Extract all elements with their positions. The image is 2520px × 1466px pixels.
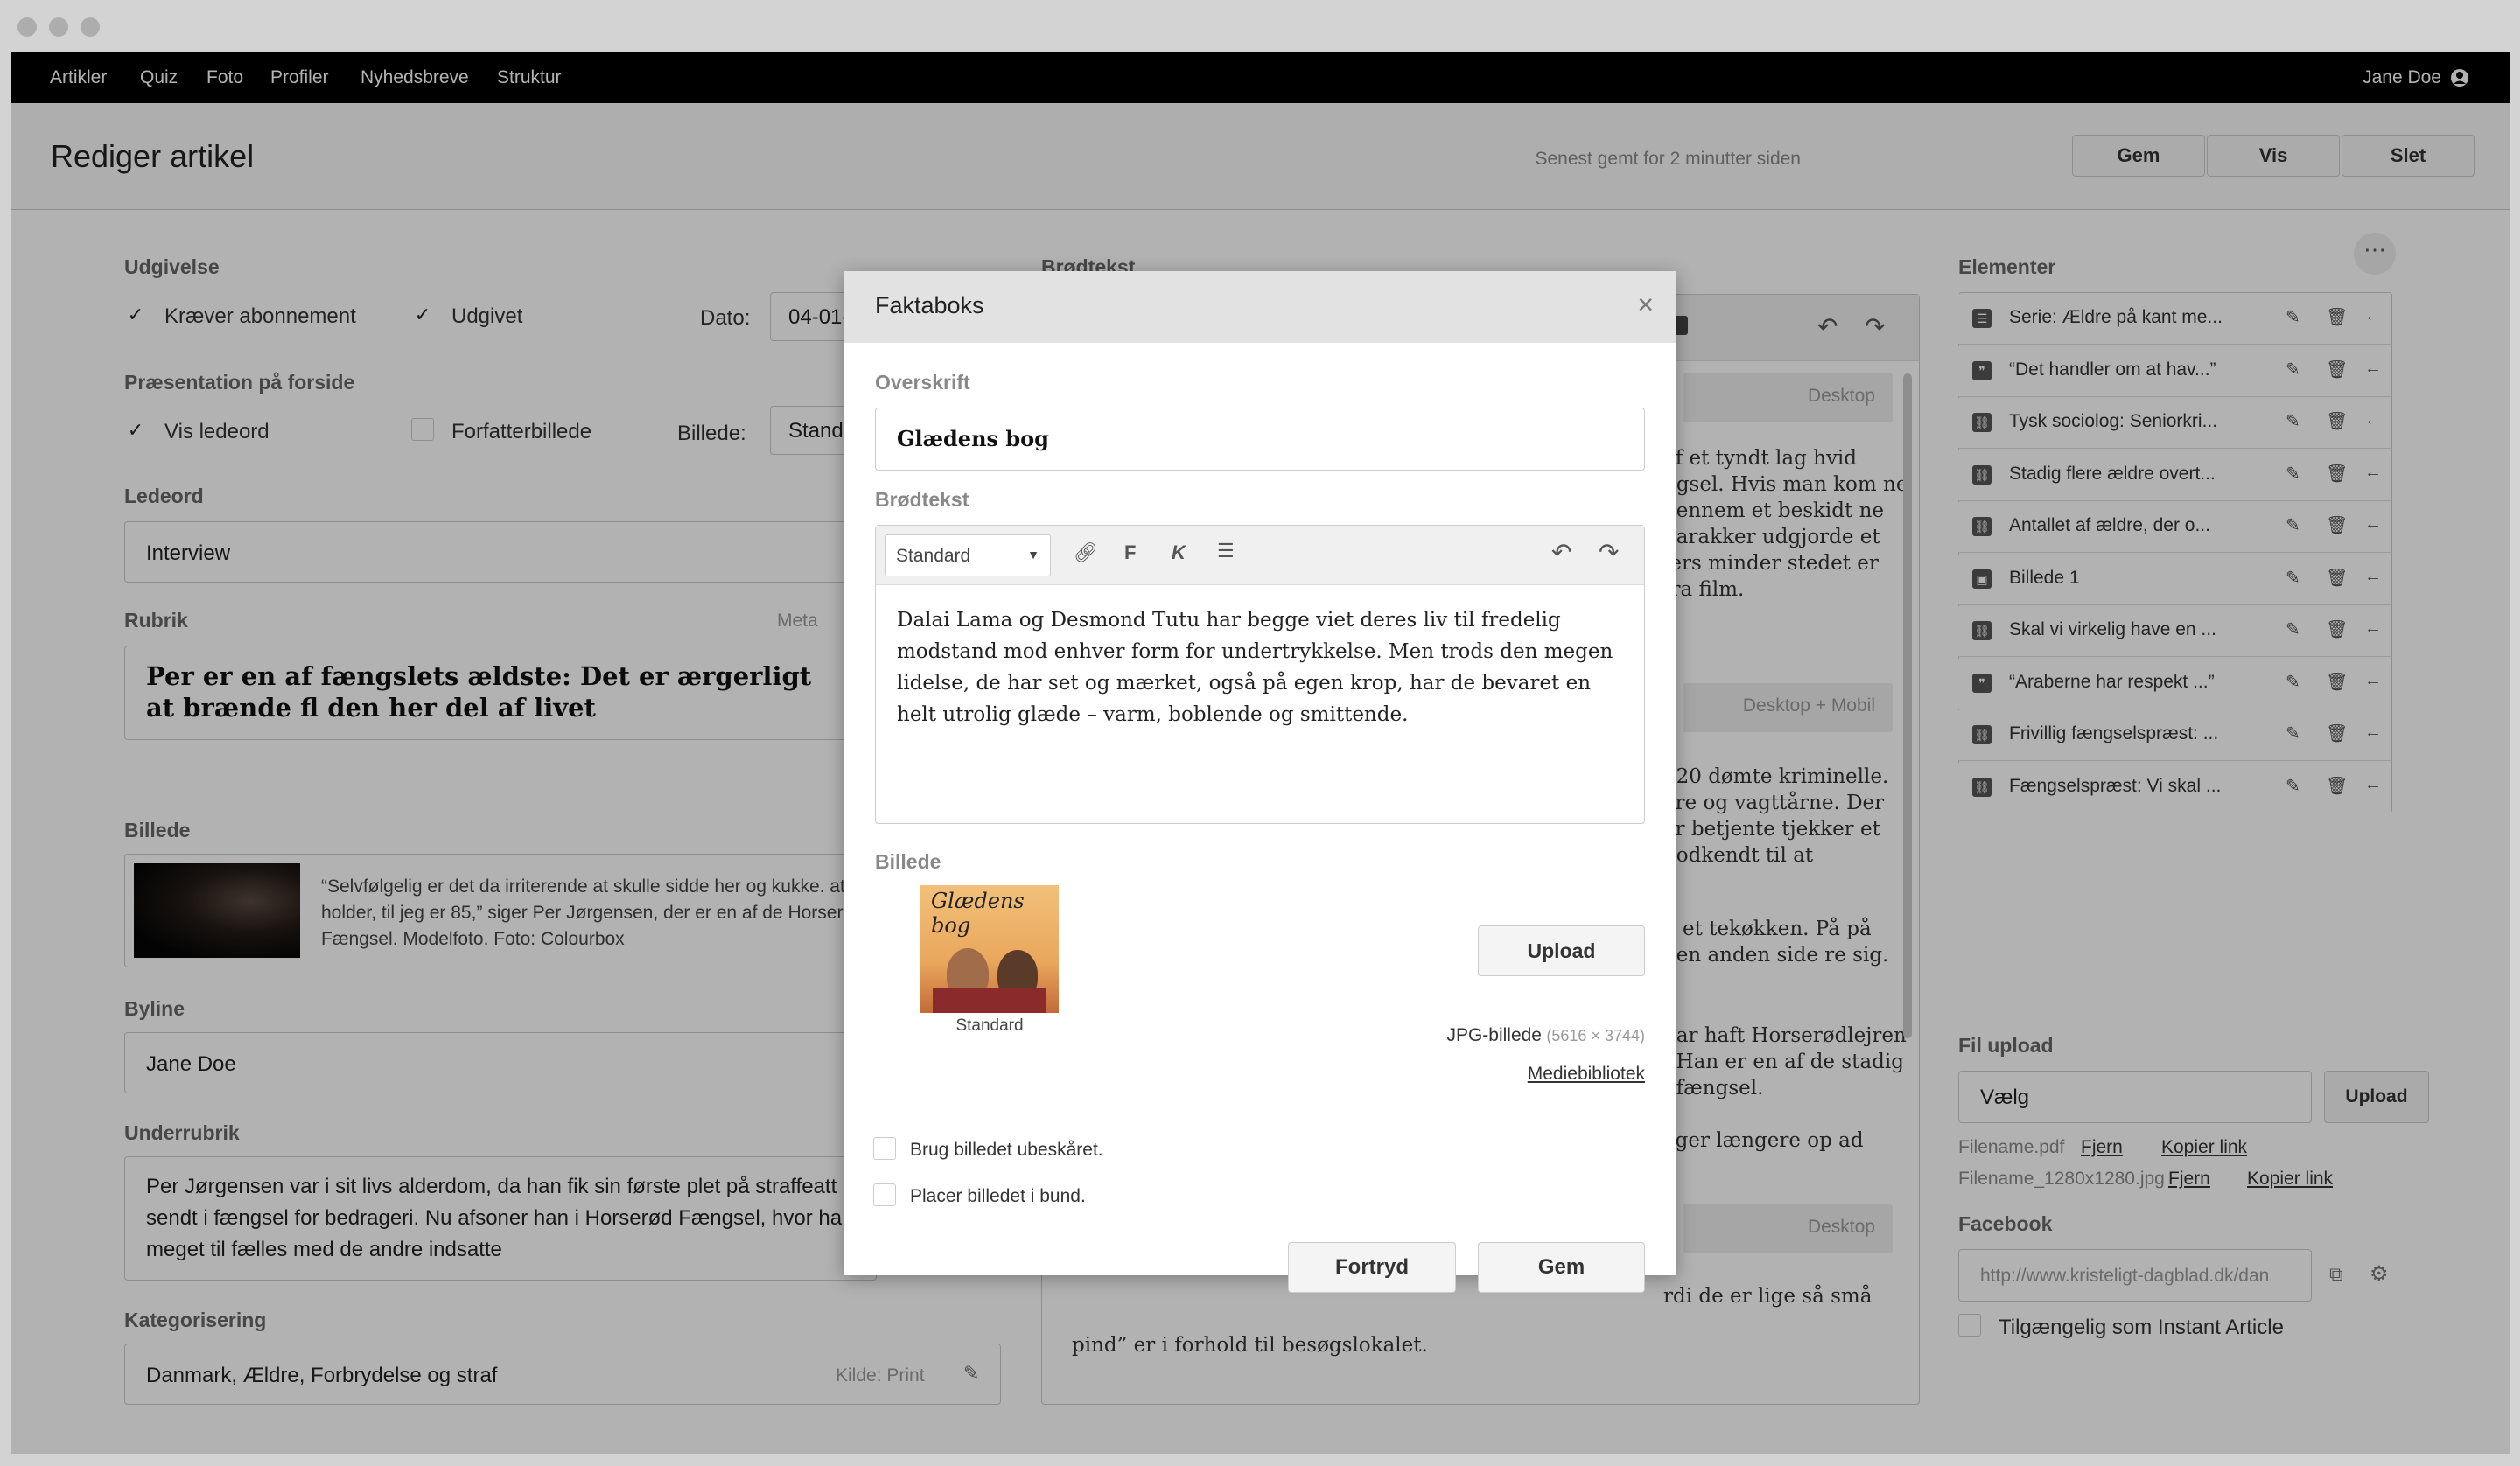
modal-editor-toolbar: Standard ▼ 🔗︎ F K ☰ ↶ ↷ — [876, 526, 1644, 585]
overskrift-value: Glædens bog — [897, 426, 1049, 451]
minimize-window-button[interactable] — [49, 17, 68, 37]
maximize-window-button[interactable] — [80, 17, 100, 37]
uncropped-checkbox[interactable] — [873, 1137, 896, 1160]
book-robes — [933, 988, 1046, 1013]
modal-body-text: Dalai Lama og Desmond Tutu har begge vie… — [897, 609, 1614, 726]
cancel-button[interactable]: Fortryd — [1288, 1242, 1456, 1293]
thumb-caption: Standard — [956, 1016, 1024, 1035]
modal-body-editor[interactable]: Standard ▼ 🔗︎ F K ☰ ↶ ↷ Dalai Lama og De… — [875, 525, 1645, 824]
undo-icon[interactable]: ↶ — [1551, 538, 1572, 567]
modal-title: Faktaboks — [875, 292, 984, 318]
close-icon[interactable]: × — [1637, 289, 1654, 321]
modal-save-button[interactable]: Gem — [1478, 1242, 1645, 1293]
link-icon[interactable]: 🔗︎ — [1074, 541, 1098, 564]
window-titlebar — [0, 0, 2520, 52]
image-dimensions: (5616 × 3744) — [1546, 1027, 1645, 1044]
file-type: JPG-billede — [1446, 1025, 1542, 1045]
app-window: Artikler Quiz Foto Profiler Nyhedsbreve … — [10, 52, 2510, 1454]
bottom-image-label: Placer billedet i bund. — [910, 1186, 1086, 1206]
list-icon[interactable]: ☰ — [1217, 540, 1235, 562]
book-cover: Glædens bog — [920, 885, 1059, 1013]
uncropped-label: Brug billedet ubeskåret. — [910, 1140, 1103, 1160]
overskrift-label: Overskrift — [875, 371, 970, 394]
italic-icon[interactable]: K — [1172, 541, 1186, 564]
modal-brodtekst-label: Brødtekst — [875, 488, 970, 511]
overskrift-field[interactable]: Glædens bog — [875, 408, 1645, 471]
book-cover-title: Glædens bog — [931, 889, 1025, 938]
bottom-image-checkbox[interactable] — [873, 1183, 896, 1206]
bold-icon[interactable]: F — [1124, 541, 1136, 564]
format-value: Standard — [896, 546, 971, 566]
chevron-down-icon: ▼ — [1027, 548, 1040, 562]
modal-header: Faktaboks × — [844, 271, 1676, 343]
image-upload-button[interactable]: Upload — [1478, 925, 1645, 976]
format-select[interactable]: Standard ▼ — [885, 534, 1051, 576]
redo-icon[interactable]: ↷ — [1599, 538, 1619, 567]
faktaboks-modal: Faktaboks × Overskrift Glædens bog Brødt… — [844, 271, 1676, 1293]
close-window-button[interactable] — [18, 17, 37, 37]
book-cover-thumb: Glædens bog — [875, 885, 1104, 1013]
media-library-link[interactable]: Mediebibliotek — [1528, 1064, 1645, 1085]
modal-billede-label: Billede — [875, 850, 942, 873]
